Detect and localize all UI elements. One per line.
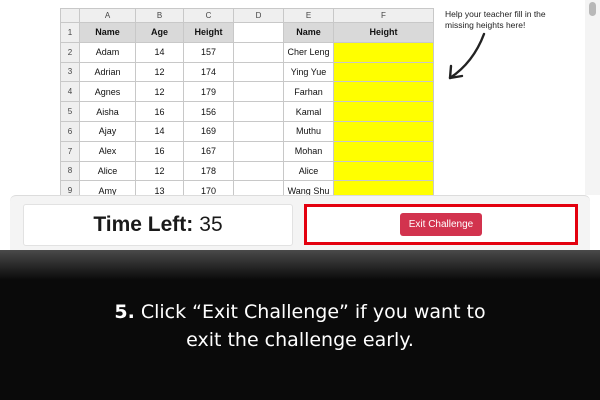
name-cell[interactable]: Alex bbox=[79, 140, 136, 162]
column-letter[interactable]: B bbox=[135, 8, 184, 23]
row-number[interactable]: 1 bbox=[60, 22, 80, 43]
height-cell[interactable]: 174 bbox=[183, 61, 234, 83]
empty-cell[interactable] bbox=[233, 120, 284, 142]
header-name-2[interactable]: Name bbox=[283, 22, 334, 43]
timer-label: Time Left: bbox=[93, 213, 194, 236]
empty-cell[interactable] bbox=[233, 140, 284, 162]
height-cell[interactable]: 169 bbox=[183, 120, 234, 142]
missing-height-cell[interactable] bbox=[333, 140, 434, 162]
name-cell-2[interactable]: Ying Yue bbox=[283, 61, 334, 83]
empty-cell[interactable] bbox=[233, 22, 284, 43]
height-cell[interactable]: 167 bbox=[183, 140, 234, 162]
age-cell[interactable]: 14 bbox=[135, 120, 184, 142]
missing-height-cell[interactable] bbox=[333, 41, 434, 63]
header-age[interactable]: Age bbox=[135, 22, 184, 43]
height-cell[interactable]: 178 bbox=[183, 160, 234, 182]
column-letter[interactable]: E bbox=[283, 8, 334, 23]
caption-line-1: 5. Click “Exit Challenge” if you want to bbox=[0, 298, 600, 326]
corner-cell bbox=[60, 8, 80, 23]
row-number[interactable]: 5 bbox=[60, 101, 80, 122]
name-cell-2[interactable]: Alice bbox=[283, 160, 334, 182]
vertical-scrollbar[interactable] bbox=[585, 0, 600, 195]
name-cell[interactable]: Aisha bbox=[79, 101, 136, 122]
spreadsheet-screen: A B C D E F 1 Name Age Height Name Heigh… bbox=[0, 0, 600, 252]
row-number[interactable]: 6 bbox=[60, 120, 80, 142]
missing-height-cell[interactable] bbox=[333, 101, 434, 122]
exit-highlight-box: Exit Challenge bbox=[304, 204, 578, 245]
column-letter[interactable]: C bbox=[183, 8, 234, 23]
name-cell-2[interactable]: Muthu bbox=[283, 120, 334, 142]
missing-height-cell[interactable] bbox=[333, 160, 434, 182]
table-row: 1 Name Age Height Name Height bbox=[60, 22, 434, 43]
table-row: 6 Ajay 14 169 Muthu bbox=[60, 120, 434, 142]
name-cell-2[interactable]: Farhan bbox=[283, 81, 334, 103]
row-number[interactable]: 4 bbox=[60, 81, 80, 103]
age-cell[interactable]: 12 bbox=[135, 81, 184, 103]
age-cell[interactable]: 16 bbox=[135, 101, 184, 122]
scrollbar-thumb[interactable] bbox=[589, 2, 596, 16]
name-cell[interactable]: Agnes bbox=[79, 81, 136, 103]
name-cell[interactable]: Ajay bbox=[79, 120, 136, 142]
caption-text-1: Click “Exit Challenge” if you want to bbox=[140, 301, 486, 323]
row-number[interactable]: 8 bbox=[60, 160, 80, 182]
exit-challenge-button[interactable]: Exit Challenge bbox=[399, 213, 483, 236]
hint-text: Help your teacher fill in the missing he… bbox=[445, 9, 546, 30]
column-letter[interactable]: A bbox=[79, 8, 136, 23]
row-number[interactable]: 3 bbox=[60, 61, 80, 83]
challenge-bar: Time Left: 35 Exit Challenge bbox=[10, 195, 590, 251]
name-cell[interactable]: Adrian bbox=[79, 61, 136, 83]
name-cell-2[interactable]: Cher Leng bbox=[283, 41, 334, 63]
empty-cell[interactable] bbox=[233, 41, 284, 63]
height-cell[interactable]: 156 bbox=[183, 101, 234, 122]
age-cell[interactable]: 12 bbox=[135, 160, 184, 182]
hand-drawn-arrow-icon bbox=[448, 32, 486, 80]
name-cell[interactable]: Adam bbox=[79, 41, 136, 63]
step-number: 5. bbox=[114, 301, 135, 323]
name-cell-2[interactable]: Kamal bbox=[283, 101, 334, 122]
timer-value: 35 bbox=[199, 213, 223, 236]
column-letter[interactable]: D bbox=[233, 8, 284, 23]
table-row: 3 Adrian 12 174 Ying Yue bbox=[60, 61, 434, 83]
caption-text-2: exit the challenge early. bbox=[186, 329, 414, 351]
instruction-caption: 5. Click “Exit Challenge” if you want to… bbox=[0, 298, 600, 354]
row-number[interactable]: 2 bbox=[60, 41, 80, 63]
table-row: 5 Aisha 16 156 Kamal bbox=[60, 101, 434, 122]
column-letter[interactable]: F bbox=[333, 8, 434, 23]
shadow-gradient bbox=[0, 250, 600, 280]
name-cell[interactable]: Alice bbox=[79, 160, 136, 182]
header-height[interactable]: Height bbox=[183, 22, 234, 43]
table-row: 8 Alice 12 178 Alice bbox=[60, 160, 434, 182]
missing-height-cell[interactable] bbox=[333, 120, 434, 142]
table-row: 7 Alex 16 167 Mohan bbox=[60, 140, 434, 162]
row-number[interactable]: 7 bbox=[60, 140, 80, 162]
height-cell[interactable]: 179 bbox=[183, 81, 234, 103]
age-cell[interactable]: 16 bbox=[135, 140, 184, 162]
table-row: 4 Agnes 12 179 Farhan bbox=[60, 81, 434, 103]
missing-height-cell[interactable] bbox=[333, 61, 434, 83]
empty-cell[interactable] bbox=[233, 160, 284, 182]
age-cell[interactable]: 12 bbox=[135, 61, 184, 83]
header-name[interactable]: Name bbox=[79, 22, 136, 43]
height-cell[interactable]: 157 bbox=[183, 41, 234, 63]
missing-height-cell[interactable] bbox=[333, 81, 434, 103]
empty-cell[interactable] bbox=[233, 101, 284, 122]
age-cell[interactable]: 14 bbox=[135, 41, 184, 63]
empty-cell[interactable] bbox=[233, 81, 284, 103]
empty-cell[interactable] bbox=[233, 61, 284, 83]
column-header-row: A B C D E F bbox=[60, 8, 434, 23]
table-row: 2 Adam 14 157 Cher Leng bbox=[60, 41, 434, 63]
name-cell-2[interactable]: Mohan bbox=[283, 140, 334, 162]
header-height-2[interactable]: Height bbox=[333, 22, 434, 43]
timer-box: Time Left: 35 bbox=[23, 204, 293, 246]
spreadsheet-table: A B C D E F 1 Name Age Height Name Heigh… bbox=[60, 8, 434, 221]
